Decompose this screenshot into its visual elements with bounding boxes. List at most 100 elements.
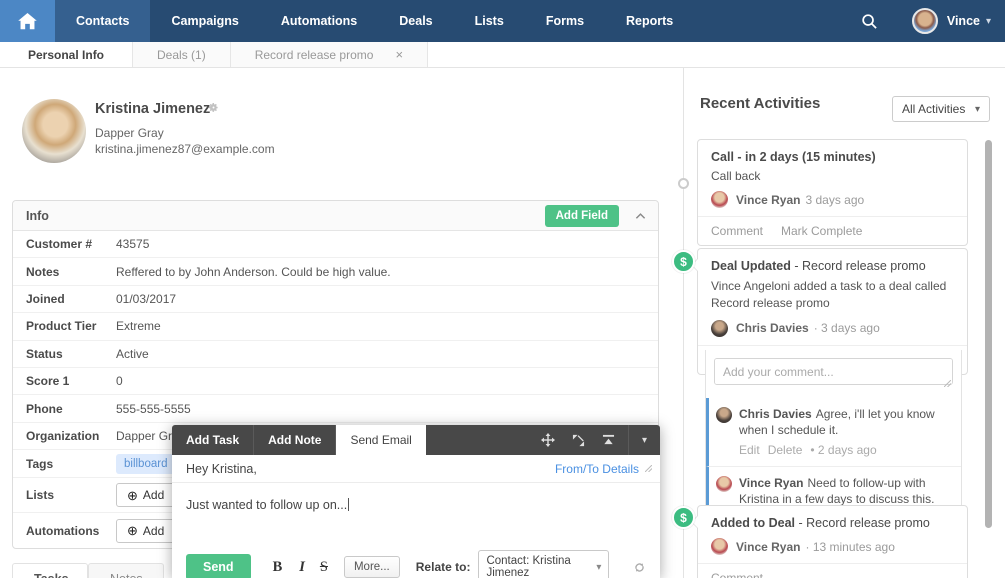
delete-comment-link[interactable]: Delete (768, 442, 803, 458)
field-value: Active (116, 347, 149, 361)
field-label: Automations (26, 524, 116, 538)
resize-grip-icon[interactable] (645, 465, 652, 472)
user-avatar[interactable] (912, 8, 938, 34)
bold-button[interactable]: B (273, 559, 283, 576)
dock-top-icon[interactable] (602, 434, 615, 446)
timeline-node-icon (678, 178, 689, 189)
comment-author: Chris Davies (739, 407, 812, 421)
resize-grip-icon[interactable] (944, 380, 951, 387)
user-name[interactable]: Vince (947, 14, 980, 28)
refresh-icon[interactable] (633, 561, 646, 574)
activity-card-call: Call - in 2 days (15 minutes) Call back … (697, 139, 968, 246)
caret-down-icon: ▾ (975, 104, 980, 115)
info-row-joined: Joined 01/03/2017 (13, 286, 658, 313)
deal-dollar-icon: $ (672, 250, 695, 273)
contact-name: Kristina Jimenez (95, 101, 210, 117)
tab-record-release-promo[interactable]: Record release promo × (231, 42, 428, 67)
field-label: Customer # (26, 237, 116, 251)
tab-tasks[interactable]: Tasks (12, 563, 88, 578)
field-value: 01/03/2017 (116, 292, 176, 306)
italic-button[interactable]: I (299, 559, 305, 576)
info-panel-title: Info (26, 209, 49, 223)
comment-item: Chris DaviesAgree, i'll let you know whe… (706, 398, 961, 466)
nav-item-contacts[interactable]: Contacts (55, 0, 150, 42)
activity-author: Chris Davies (736, 321, 809, 335)
field-label: Status (26, 347, 116, 361)
field-label: Product Tier (26, 319, 116, 333)
field-value: 43575 (116, 237, 149, 251)
edit-comment-link[interactable]: Edit (739, 442, 760, 458)
comment-link[interactable]: Comment (711, 571, 763, 578)
compose-header: Add Task Add Note Send Email ▾ (172, 425, 660, 455)
nav-item-lists[interactable]: Lists (454, 0, 525, 42)
add-automation-button[interactable]: ⊕ Add (116, 519, 175, 543)
compose-greeting-row: Hey Kristina, From/To Details (172, 455, 660, 483)
nav-item-reports[interactable]: Reports (605, 0, 694, 42)
sidebar-scrollbar[interactable] (985, 140, 992, 528)
relate-to-select[interactable]: Contact: Kristina Jimenez ▾ (478, 550, 609, 578)
field-value: Extreme (116, 319, 161, 333)
move-icon[interactable] (541, 433, 555, 447)
avatar (716, 476, 732, 492)
tab-notes[interactable]: Notes (88, 563, 164, 578)
gear-icon[interactable] (208, 102, 219, 113)
info-row-phone: Phone 555-555-5555 (13, 395, 658, 422)
home-button[interactable] (0, 0, 55, 42)
activity-title: Added to Deal - Record release promo (711, 516, 954, 530)
nav-item-deals[interactable]: Deals (378, 0, 453, 42)
compose-tab-send-email[interactable]: Send Email (336, 425, 425, 455)
tab-deals[interactable]: Deals (1) (133, 42, 231, 67)
info-panel-header: Info Add Field (13, 201, 658, 231)
nav-item-campaigns[interactable]: Campaigns (150, 0, 259, 42)
search-button[interactable] (861, 13, 878, 30)
relate-to-value: Contact: Kristina Jimenez (486, 555, 596, 578)
activity-byline: Vince Ryan · 13 minutes ago (711, 538, 954, 555)
expand-icon[interactable] (572, 434, 585, 447)
compose-tab-add-task[interactable]: Add Task (172, 425, 254, 455)
add-circle-icon: ⊕ (127, 489, 138, 502)
compose-tab-add-note[interactable]: Add Note (254, 425, 336, 455)
close-tab-icon[interactable]: × (395, 47, 403, 62)
contact-email: kristina.jimenez87@example.com (95, 142, 275, 156)
add-field-button[interactable]: Add Field (545, 205, 619, 227)
contact-organization: Dapper Gray (95, 126, 164, 140)
send-button[interactable]: Send (186, 554, 251, 578)
activity-time: · 13 minutes ago (805, 540, 894, 554)
compose-window-controls (541, 425, 628, 455)
field-value: 555-555-5555 (116, 402, 191, 416)
field-label: Joined (26, 292, 116, 306)
field-label: Tags (26, 457, 116, 471)
mark-complete-link[interactable]: Mark Complete (781, 224, 862, 238)
comment-input[interactable] (714, 358, 953, 385)
lower-section-tabs: Tasks Notes (12, 563, 164, 578)
activity-time: · 3 days ago (814, 321, 880, 335)
activity-author: Vince Ryan (736, 540, 800, 554)
avatar (711, 191, 728, 208)
add-list-button[interactable]: ⊕ Add (116, 483, 175, 507)
from-to-details-link[interactable]: From/To Details (555, 462, 639, 476)
home-icon (18, 13, 37, 30)
activity-card-footer: Comment Mark Complete (698, 216, 967, 245)
nav-item-automations[interactable]: Automations (260, 0, 378, 42)
email-greeting-text[interactable]: Hey Kristina, (186, 462, 257, 476)
tab-personal-info[interactable]: Personal Info (0, 42, 133, 67)
comment-link[interactable]: Comment (711, 224, 763, 238)
user-menu-caret-icon[interactable]: ▾ (986, 16, 991, 27)
avatar (711, 320, 728, 337)
activity-filter-select[interactable]: All Activities ▾ (892, 96, 990, 122)
more-button[interactable]: More... (344, 556, 400, 578)
strikethrough-button[interactable]: S (320, 559, 328, 576)
compose-menu-button[interactable]: ▾ (628, 425, 660, 455)
add-button-label: Add (143, 524, 164, 538)
email-body-text: Just wanted to follow up on... (186, 498, 347, 512)
avatar (711, 538, 728, 555)
collapse-panel-button[interactable] (635, 212, 646, 220)
email-body-editor[interactable]: Just wanted to follow up on... (172, 483, 660, 545)
nav-item-forms[interactable]: Forms (525, 0, 605, 42)
caret-down-icon: ▾ (642, 435, 647, 446)
activity-title: Deal Updated - Record release promo (711, 259, 954, 273)
recent-activities-title: Recent Activities (700, 95, 820, 112)
field-label: Score 1 (26, 374, 116, 388)
tab-label: Record release promo (255, 48, 374, 62)
info-row-status: Status Active (13, 341, 658, 368)
